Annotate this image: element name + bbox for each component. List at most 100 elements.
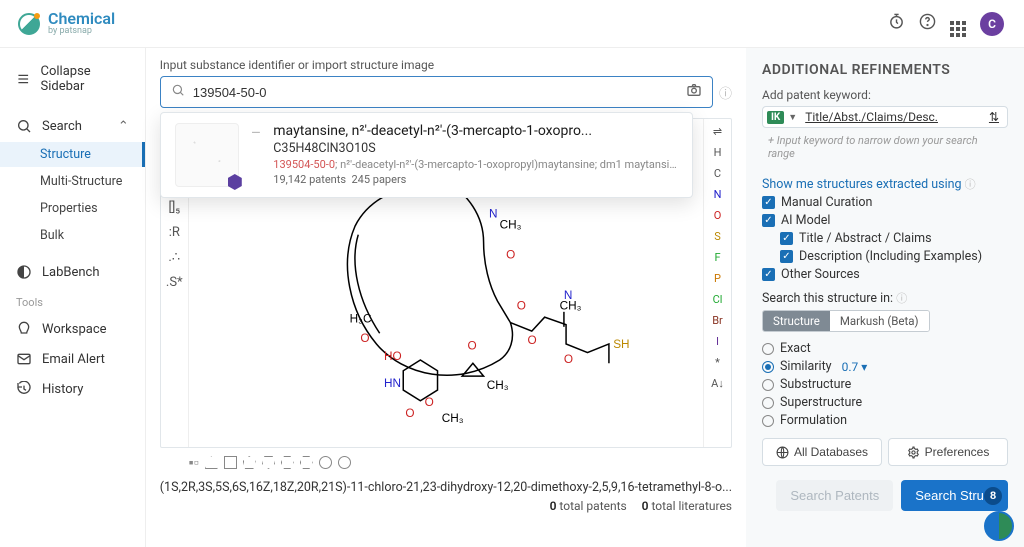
search-in-label: Search this structure in: [762, 291, 893, 306]
atom-s[interactable]: S [714, 230, 721, 243]
help-icon[interactable] [919, 13, 936, 34]
assistant-icon[interactable] [984, 511, 1014, 541]
ring-circle-icon[interactable] [319, 456, 332, 469]
kw-hint[interactable]: + Input keyword to narrow down your sear… [762, 132, 1008, 168]
clock-icon[interactable] [888, 13, 905, 34]
atom-n[interactable]: N [714, 188, 722, 201]
collapse-icon[interactable]: – [251, 123, 262, 142]
tool-text[interactable]: A↓ [711, 377, 724, 390]
info-icon[interactable]: ⓘ [896, 292, 907, 305]
ring-pentagon-icon[interactable] [243, 456, 256, 469]
extract-label[interactable]: Show me structures extracted using [762, 177, 962, 192]
svg-text:HN: HN [384, 377, 401, 390]
svg-text:N: N [489, 208, 498, 221]
radio-icon [762, 343, 774, 355]
info-icon[interactable]: ⓘ [965, 178, 976, 191]
kw-scope-select[interactable]: Title/Abst./Claims/Desc.⇅ [801, 110, 1003, 124]
sidebar-labbench[interactable]: LabBench [0, 258, 145, 286]
tool-r-group[interactable]: :R [169, 225, 180, 240]
ring-circle2-icon[interactable] [338, 456, 351, 469]
apps-icon[interactable] [950, 10, 966, 37]
sidebar-properties[interactable]: Properties [0, 196, 145, 221]
tool-s-star[interactable]: .S* [166, 275, 183, 290]
ring-triangle-icon[interactable] [205, 456, 218, 469]
sort-icon: ⇅ [989, 110, 999, 124]
suggestion-dropdown[interactable]: – maytansine, n²'-deacetyl-n²'-(3-mercap… [160, 112, 693, 198]
sidebar-bulk[interactable]: Bulk [0, 223, 145, 248]
svg-text:O: O [506, 248, 515, 261]
atom-p[interactable]: P [714, 272, 721, 285]
avatar[interactable]: C [980, 12, 1004, 36]
radio-icon [762, 379, 774, 391]
totals: 0 total patents 0 total literatures [160, 499, 732, 513]
radio-icon [762, 415, 774, 427]
tools-section: Tools [0, 288, 145, 313]
radio-exact[interactable]: Exact [762, 341, 1008, 356]
cb-tac[interactable]: ✓Title / Abstract / Claims [780, 231, 1008, 246]
brand-logo-icon [18, 13, 40, 35]
search-box [160, 76, 713, 108]
atom-h[interactable]: H [714, 146, 722, 159]
keyword-row: IK ▼ Title/Abst./Claims/Desc.⇅ [762, 106, 1008, 128]
all-databases-button[interactable]: All Databases [762, 438, 882, 466]
similarity-value[interactable]: 0.7 ▾ [842, 360, 868, 374]
atom-i[interactable]: I [716, 335, 719, 348]
search-structure-button[interactable]: Search Struct 8 [901, 480, 1008, 511]
tool-bond[interactable]: ⇌ [713, 125, 722, 138]
cb-ai[interactable]: ✓AI Model [762, 213, 1008, 228]
checkbox-checked-icon: ✓ [780, 250, 793, 263]
atom-c[interactable]: C [714, 167, 721, 180]
atom-br[interactable]: Br [712, 314, 723, 327]
sidebar-history[interactable]: History [0, 375, 145, 403]
checkbox-checked-icon: ✓ [780, 232, 793, 245]
radio-substructure[interactable]: Substructure [762, 377, 1008, 392]
svg-text:CH₃: CH₃ [487, 379, 509, 392]
tool-brackets[interactable]: []₅ [168, 200, 180, 215]
sidebar-search-label: Search [42, 119, 82, 134]
brand-name: Chemical [48, 11, 115, 27]
ring-hexagon-icon[interactable] [281, 456, 294, 469]
ring-square-icon[interactable] [224, 456, 237, 469]
camera-icon[interactable] [686, 82, 702, 102]
atom-any[interactable]: * [715, 356, 720, 369]
search-in-segment: Structure Markush (Beta) [762, 310, 930, 332]
tool-template-icon[interactable]: ▪▫ [189, 454, 199, 471]
svg-text:H₃C: H₃C [349, 313, 371, 326]
info-icon[interactable]: ⓘ [719, 83, 732, 102]
radio-superstructure[interactable]: Superstructure [762, 395, 1008, 410]
brand[interactable]: Chemical by patsnap [18, 11, 115, 36]
radio-selected-icon [762, 361, 774, 373]
search-input[interactable] [193, 85, 678, 100]
atom-o[interactable]: O [714, 209, 722, 222]
kw-label: Add patent keyword: [762, 88, 1008, 102]
tool-dots[interactable]: .∴ [168, 250, 180, 265]
cb-other[interactable]: ✓Other Sources [762, 267, 1008, 282]
preferences-button[interactable]: Preferences [888, 438, 1008, 466]
atom-cl[interactable]: Cl [713, 293, 723, 306]
seg-markush[interactable]: Markush (Beta) [830, 311, 929, 331]
search-patents-button[interactable]: Search Patents [776, 480, 893, 511]
ring-benzene-icon[interactable] [300, 456, 313, 469]
collapse-sidebar[interactable]: Collapse Sidebar [0, 58, 145, 100]
sidebar-email-alert[interactable]: Email Alert [0, 345, 145, 373]
seg-structure[interactable]: Structure [763, 311, 830, 331]
radio-formulation[interactable]: Formulation [762, 413, 1008, 428]
kw-badge[interactable]: IK [767, 111, 784, 124]
cb-desc[interactable]: ✓Description (Including Examples) [780, 249, 1008, 264]
sidebar-structure[interactable]: Structure [0, 142, 145, 167]
sidebar-search[interactable]: Search ⌃ [0, 112, 145, 140]
ring-pentagon2-icon[interactable] [262, 456, 275, 469]
svg-text:O: O [564, 353, 573, 366]
sidebar-multi-structure[interactable]: Multi-Structure [0, 169, 145, 194]
radio-icon [762, 397, 774, 409]
sidebar-workspace[interactable]: Workspace [0, 315, 145, 343]
svg-text:O: O [467, 339, 476, 352]
brand-sub: by patsnap [48, 27, 115, 36]
kw-badge-caret-icon[interactable]: ▼ [788, 112, 797, 123]
suggestion-formula: C35H48ClN3O10S [273, 141, 678, 156]
svg-text:O: O [405, 407, 414, 420]
radio-similarity[interactable]: Similarity0.7 ▾ [762, 359, 1008, 374]
atom-f[interactable]: F [714, 251, 720, 264]
cb-manual[interactable]: ✓Manual Curation [762, 195, 1008, 210]
suggestion-thumb-icon [175, 123, 239, 187]
